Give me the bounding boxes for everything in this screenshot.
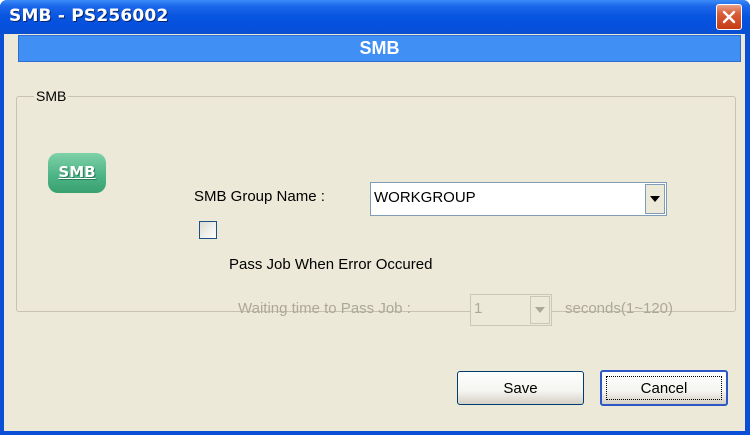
smb-icon-label: SMB — [58, 163, 96, 181]
group-name-combobox[interactable]: WORKGROUP — [370, 182, 667, 216]
close-button[interactable] — [716, 4, 742, 30]
banner-title: SMB — [359, 38, 400, 58]
waiting-time-label: Waiting time to Pass Job : — [238, 300, 411, 317]
window-frame-bottom — [0, 431, 750, 435]
cancel-button[interactable]: Cancel — [600, 370, 728, 406]
smb-icon: SMB — [48, 153, 106, 193]
window-title: SMB - PS256002 — [9, 6, 169, 26]
groupbox-legend: SMB — [34, 88, 69, 104]
waiting-time-dropdown-button[interactable] — [530, 296, 550, 324]
window-frame-right — [745, 34, 750, 435]
chevron-down-icon — [535, 307, 545, 313]
save-button-label: Save — [503, 380, 538, 397]
pass-job-label[interactable]: Pass Job When Error Occured — [229, 256, 432, 273]
waiting-time-value: 1 — [474, 300, 483, 317]
group-name-dropdown-button[interactable] — [645, 184, 665, 214]
save-button[interactable]: Save — [457, 371, 584, 405]
waiting-time-unit: seconds(1~120) — [565, 300, 673, 317]
pass-job-checkbox[interactable] — [199, 221, 217, 239]
cancel-button-label: Cancel — [640, 380, 688, 397]
waiting-time-combobox[interactable]: 1 — [470, 294, 552, 326]
chevron-down-icon — [650, 196, 660, 202]
group-name-label: SMB Group Name : — [194, 188, 325, 205]
close-icon — [722, 10, 736, 24]
section-banner: SMB — [18, 35, 741, 62]
group-name-value: WORKGROUP — [374, 189, 476, 206]
title-bar[interactable]: SMB - PS256002 — [0, 0, 750, 34]
